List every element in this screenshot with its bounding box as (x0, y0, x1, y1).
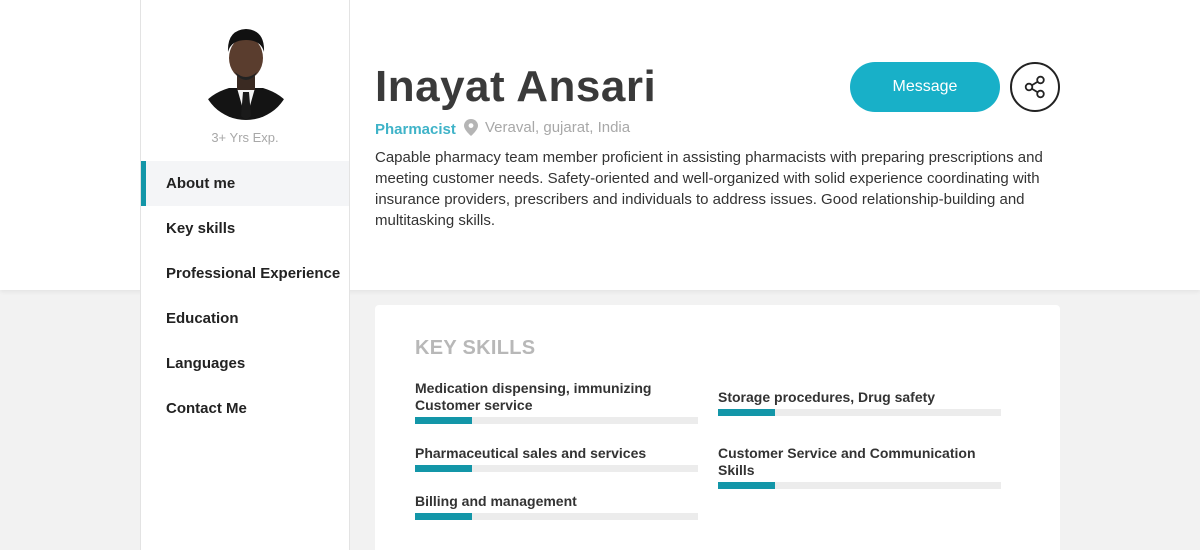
share-button[interactable] (1010, 62, 1060, 112)
skill-label: Customer Service and Communication Skill… (718, 445, 976, 478)
skill-item: Pharmaceutical sales and services (415, 445, 698, 472)
skill-bar-fill (718, 409, 775, 416)
skill-bar (415, 513, 698, 520)
skill-item: Customer Service and Communication Skill… (718, 445, 1001, 489)
skill-item: Medication dispensing, immunizing Custom… (415, 380, 698, 424)
skill-label: Billing and management (415, 493, 577, 509)
avatar (201, 22, 291, 120)
experience-label: 3+ Yrs Exp. (211, 130, 279, 145)
key-skills-title: KEY SKILLS (415, 337, 536, 359)
skill-bar-fill (718, 482, 775, 489)
message-button[interactable]: Message (850, 62, 1000, 112)
skill-bar-fill (415, 417, 472, 424)
sidebar: 3+ Yrs Exp. About me Key skills Professi… (140, 0, 350, 550)
sidebar-item-key-skills[interactable]: Key skills (141, 206, 349, 251)
sidebar-item-about-me[interactable]: About me (141, 161, 349, 206)
location-text: Veraval, gujarat, India (485, 119, 631, 136)
skill-label: Storage procedures, Drug safety (718, 389, 936, 405)
sidebar-item-contact-me[interactable]: Contact Me (141, 386, 349, 431)
skill-bar (415, 417, 698, 424)
sidebar-item-professional-experience[interactable]: Professional Experience (141, 251, 349, 296)
skill-bar-fill (415, 513, 472, 520)
skill-label: Medication dispensing, immunizing Custom… (415, 380, 652, 413)
key-skills-card: KEY SKILLS Medication dispensing, immuni… (375, 305, 1060, 550)
profile-location: Veraval, gujarat, India (464, 119, 630, 136)
skill-bar (718, 409, 1001, 416)
skill-label: Pharmaceutical sales and services (415, 445, 647, 461)
profile-name: Inayat Ansari (375, 62, 657, 111)
sidebar-item-languages[interactable]: Languages (141, 341, 349, 386)
profile-role: Pharmacist (375, 121, 456, 138)
profile-bio: Capable pharmacy team member proficient … (375, 149, 1043, 229)
share-icon (1024, 75, 1045, 99)
skill-item: Billing and management (415, 493, 698, 520)
skill-bar (718, 482, 1001, 489)
skill-bar-fill (415, 465, 472, 472)
skill-item: Storage procedures, Drug safety (718, 389, 1001, 416)
location-pin-icon (464, 119, 478, 136)
sidebar-nav: About me Key skills Professional Experie… (141, 161, 349, 431)
skill-bar (415, 465, 698, 472)
sidebar-item-education[interactable]: Education (141, 296, 349, 341)
